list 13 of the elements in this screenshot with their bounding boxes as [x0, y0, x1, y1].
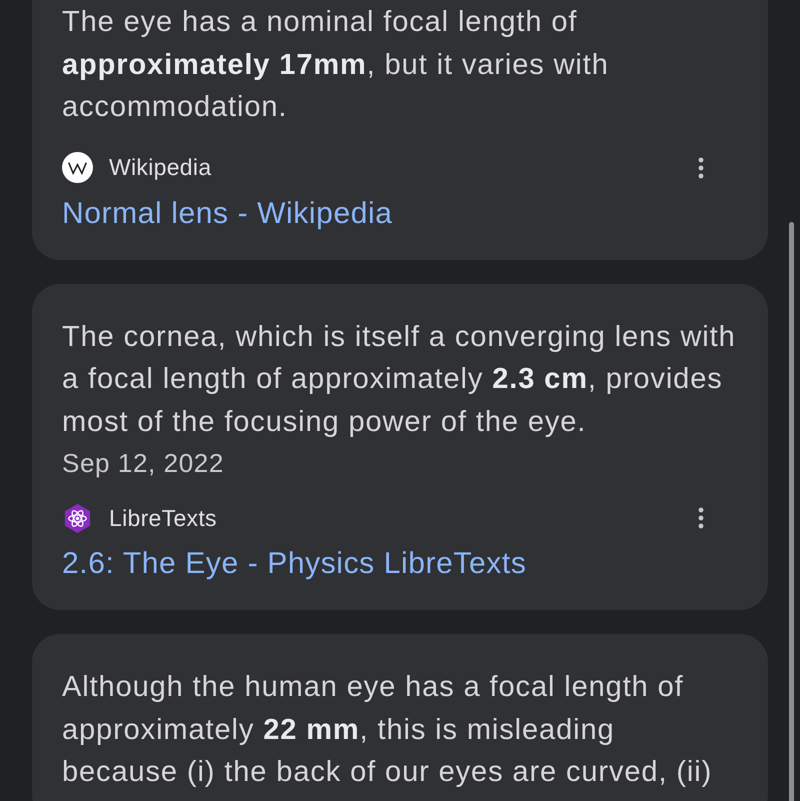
- result-link[interactable]: 2.6: The Eye - Physics LibreTexts: [62, 546, 738, 582]
- wikipedia-logo-icon: [62, 152, 93, 183]
- source-name: LibreTexts: [109, 504, 218, 532]
- source-name: Wikipedia: [109, 154, 212, 181]
- date-text: Sep 12, 2022: [62, 447, 225, 479]
- more-icon: [698, 156, 704, 180]
- atom-logo-icon: [62, 502, 93, 534]
- snippet-text: The cornea, which is itself a converging lens with a focal length of approximately 2.3 cm, provides most of the focusing power of the eye.: [62, 320, 737, 440]
- more-icon: [698, 506, 704, 530]
- result-link[interactable]: Normal lens - Wikipedia: [62, 196, 738, 232]
- snippet-text: Although the human eye has a focal length of approximately 22 mm, this is misleading because (i) the back of our eyes are curved, (ii): [62, 670, 714, 790]
- snippet-text: The eye has a nominal focal length of approximately 17mm, but it varies with accommodation.: [62, 5, 610, 125]
- scrollbar[interactable]: [789, 222, 794, 801]
